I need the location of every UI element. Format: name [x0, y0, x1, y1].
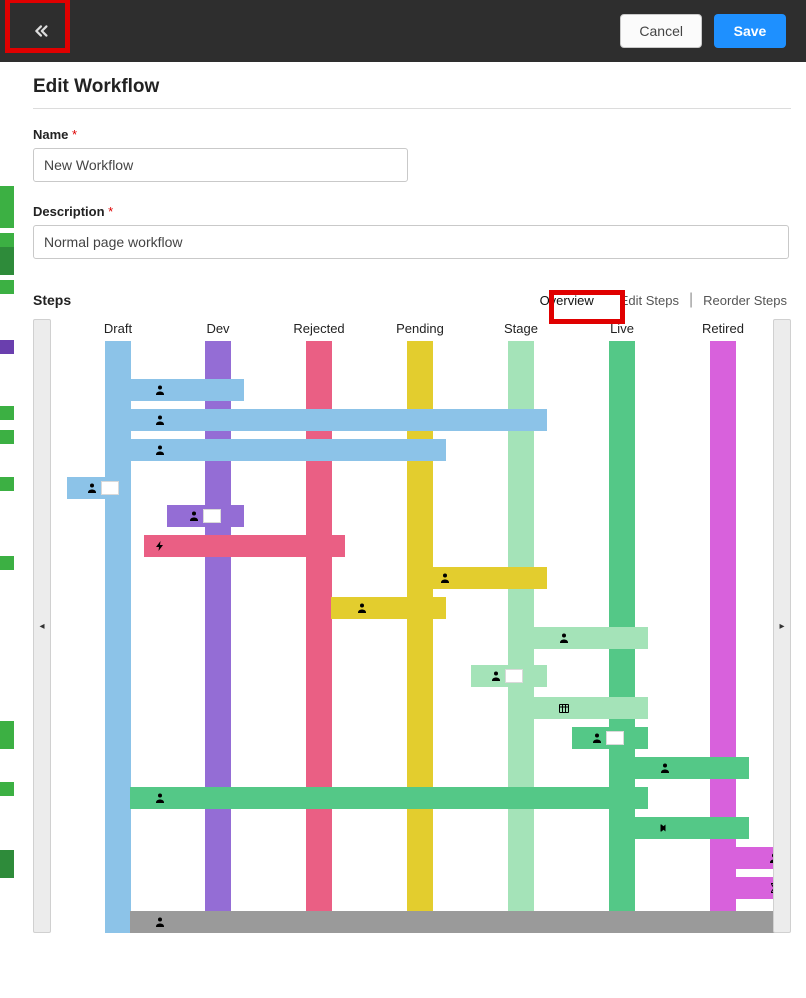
user-icon: [151, 913, 169, 931]
edit-workflow-panel: Edit Workflow Name * New Workflow Descri…: [20, 62, 804, 998]
step-column-label: Dev: [206, 321, 229, 336]
badge-detail: [505, 669, 523, 683]
transition-bar[interactable]: [130, 409, 547, 431]
chevron-right-icon: ▸: [779, 621, 784, 632]
transition-bar[interactable]: [130, 787, 648, 809]
transition-badge[interactable]: [555, 629, 591, 647]
background-stripe: [0, 247, 14, 261]
collapse-button[interactable]: [20, 11, 60, 51]
user-icon: [151, 441, 169, 459]
step-column-label: Pending: [396, 321, 444, 336]
transition-badge[interactable]: [151, 441, 187, 459]
background-stripe: [0, 864, 14, 878]
transition-badge[interactable]: [353, 599, 389, 617]
description-input[interactable]: Normal page workflow: [33, 225, 789, 259]
skip-icon: [656, 819, 674, 837]
background-stripe: [0, 850, 14, 864]
transition-badge[interactable]: [656, 759, 692, 777]
step-column[interactable]: [105, 341, 131, 933]
user-icon: [185, 507, 203, 525]
steps-edit-link[interactable]: Edit Steps: [616, 291, 683, 310]
background-stripe: [0, 214, 14, 228]
step-column-label: Rejected: [293, 321, 344, 336]
save-button[interactable]: Save: [714, 14, 786, 48]
user-icon: [151, 411, 169, 429]
user-icon: [588, 729, 606, 747]
user-icon: [83, 479, 101, 497]
bolt-icon: [151, 537, 169, 555]
background-stripe: [0, 406, 14, 420]
user-icon: [151, 381, 169, 399]
background-stripe: [0, 186, 14, 200]
transition-badge[interactable]: [151, 913, 187, 931]
toolbar: Cancel Save: [0, 0, 806, 62]
steps-bar: Steps Overview Edit Steps | Reorder Step…: [33, 289, 791, 311]
calendar-icon: [555, 699, 573, 717]
user-icon: [436, 569, 454, 587]
background-stripe: [0, 477, 14, 491]
transition-badge[interactable]: [151, 789, 187, 807]
name-label: Name *: [33, 127, 791, 142]
step-column-label: Live: [610, 321, 634, 336]
divider: [33, 108, 791, 109]
steps-overview-link[interactable]: Overview: [536, 291, 598, 310]
chevron-left-icon: ◂: [39, 621, 44, 632]
transition-badge[interactable]: [487, 667, 523, 685]
separator: |: [689, 291, 693, 309]
badge-detail: [606, 731, 624, 745]
scroll-left-button[interactable]: ◂: [33, 319, 51, 933]
user-icon: [555, 629, 573, 647]
background-stripe: [0, 721, 14, 735]
background-stripe: [0, 782, 14, 796]
transition-badge[interactable]: [151, 411, 187, 429]
transition-badge[interactable]: [588, 729, 624, 747]
name-input[interactable]: New Workflow: [33, 148, 408, 182]
transition-badge[interactable]: [83, 479, 119, 497]
workflow-map: ◂ ▸ Draft Dev Rejected Pending Stage Live Reti…: [33, 319, 791, 939]
step-column-label: Draft: [104, 321, 132, 336]
transition-badge[interactable]: [555, 699, 591, 717]
transition-badge[interactable]: [151, 537, 187, 555]
steps-reorder-link[interactable]: Reorder Steps: [699, 291, 791, 310]
badge-detail: [203, 509, 221, 523]
user-icon: [353, 599, 371, 617]
background-stripe: [0, 430, 14, 444]
background-stripe: [0, 340, 14, 354]
transition-bar[interactable]: [130, 379, 244, 401]
transition-badge[interactable]: [151, 381, 187, 399]
page-title: Edit Workflow: [33, 76, 791, 98]
background-stripe: [0, 556, 14, 570]
background-stripe: [0, 261, 14, 275]
background-stripe: [0, 735, 14, 749]
transition-badge[interactable]: [436, 569, 472, 587]
user-icon: [151, 789, 169, 807]
badge-detail: [101, 481, 119, 495]
step-column-label: Retired: [702, 321, 744, 336]
transition-badge[interactable]: [185, 507, 221, 525]
transition-bar[interactable]: [130, 911, 784, 933]
step-column[interactable]: [710, 341, 736, 933]
scroll-right-button[interactable]: ▸: [773, 319, 791, 933]
step-column-label: Stage: [504, 321, 538, 336]
description-label: Description *: [33, 204, 791, 219]
user-icon: [656, 759, 674, 777]
cancel-button[interactable]: Cancel: [620, 14, 702, 48]
transition-badge[interactable]: [656, 819, 692, 837]
background-stripe: [0, 280, 14, 294]
user-icon: [487, 667, 505, 685]
steps-heading: Steps: [33, 292, 71, 308]
background-stripe: [0, 233, 14, 247]
background-stripe: [0, 200, 14, 214]
